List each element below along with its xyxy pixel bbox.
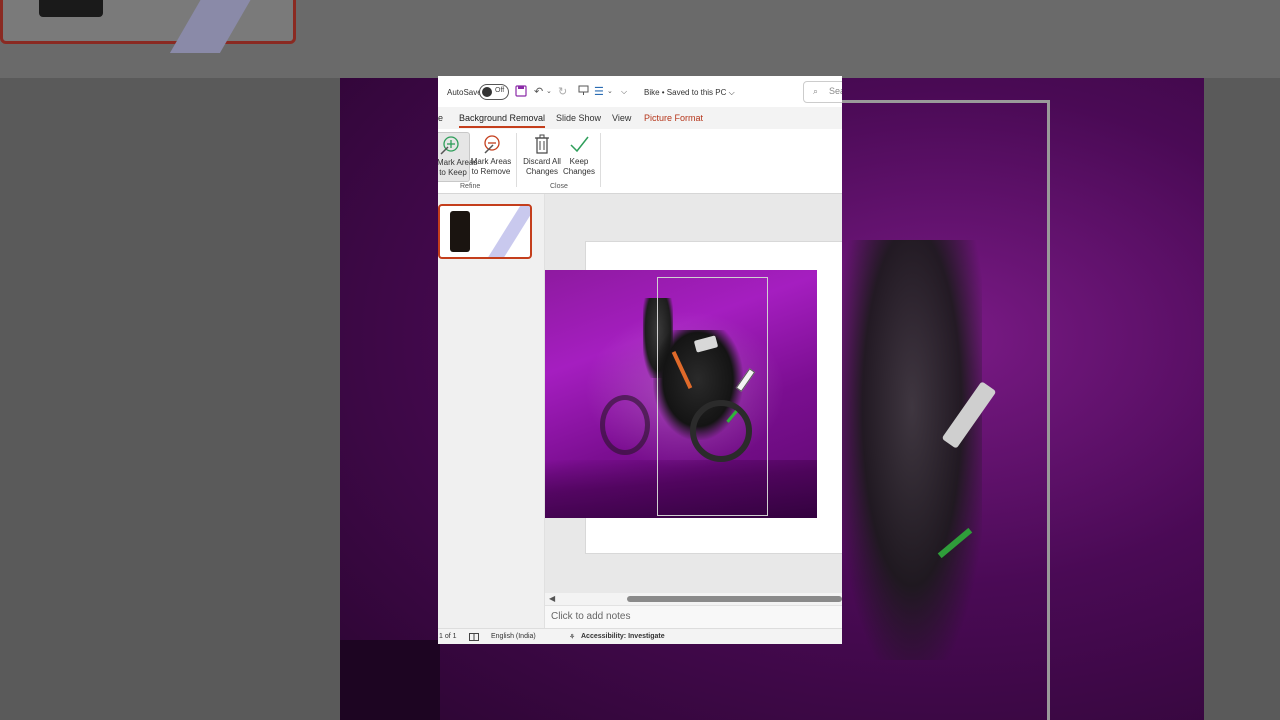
trash-icon <box>521 133 563 155</box>
search-input[interactable]: ⌕ Sea <box>803 81 842 103</box>
scroll-left-icon[interactable]: ◀ <box>549 594 555 603</box>
autosave-toggle[interactable]: Off <box>479 84 509 100</box>
tab-partial[interactable]: e <box>438 113 443 123</box>
mark-keep-line2: to Keep <box>439 168 467 177</box>
slide-thumbnail-pane <box>438 194 545 628</box>
tab-slide-show[interactable]: Slide Show <box>556 113 601 123</box>
title-bar: AutoSave Off ↶ ⌄ ↻ ☰ ⌄ ⌵ Bike • Saved to… <box>438 76 842 107</box>
document-title[interactable]: Bike • Saved to this PC ⌵ <box>644 88 735 98</box>
checkmark-icon <box>559 133 599 155</box>
mark-remove-line2: to Remove <box>471 167 511 176</box>
group-label-close: Close <box>550 183 568 190</box>
tab-view[interactable]: View <box>612 113 631 123</box>
slide-count[interactable]: 1 of 1 <box>439 633 457 640</box>
align-dropdown-icon[interactable]: ⌄ <box>607 87 613 95</box>
keep-line1: Keep <box>569 157 589 166</box>
discard-line1: Discard All <box>523 157 561 166</box>
tab-picture-format[interactable]: Picture Format <box>644 113 703 123</box>
notes-placeholder: Click to add notes <box>551 611 631 622</box>
autosave-label: AutoSave <box>447 88 482 97</box>
ribbon: Mark Areas to Keep Mark Areas to Remove … <box>438 129 842 194</box>
scrollbar-thumb[interactable] <box>627 596 842 602</box>
toggle-state: Off <box>495 87 505 94</box>
accessibility-icon[interactable]: ⚘ <box>569 633 575 641</box>
redo-icon[interactable]: ↻ <box>558 85 567 98</box>
spelling-icon[interactable] <box>469 633 479 643</box>
present-icon[interactable] <box>578 85 589 99</box>
keep-line2: Changes <box>562 167 596 176</box>
blurred-slide-thumbnail <box>0 0 296 53</box>
blurred-thumb-image <box>39 0 103 17</box>
undo-icon[interactable]: ↶ <box>534 85 543 98</box>
mark-remove-line1: Mark Areas <box>470 157 512 166</box>
discard-line2: Changes <box>525 167 559 176</box>
status-bar: 1 of 1 English (India) ⚘ Accessibility: … <box>438 628 842 644</box>
background-bike-wheel <box>600 395 650 455</box>
notes-pane[interactable]: Click to add notes <box>545 605 842 629</box>
blurred-photo-corner <box>340 640 440 720</box>
mark-keep-line1: Mark Areas <box>438 158 478 167</box>
mark-areas-to-keep-button[interactable]: Mark Areas to Keep <box>438 132 478 182</box>
accessibility-status[interactable]: Accessibility: Investigate <box>581 633 665 640</box>
group-separator <box>600 133 601 187</box>
align-icon[interactable]: ☰ <box>594 85 604 98</box>
customize-qat-icon[interactable]: ⌵ <box>621 87 627 97</box>
group-label-refine: Refine <box>460 183 481 190</box>
bike-picture[interactable] <box>545 270 817 518</box>
group-separator <box>516 133 517 187</box>
ribbon-tabs: e Background Removal Slide Show View Pic… <box>438 107 842 129</box>
mark-areas-to-remove-button[interactable]: Mark Areas to Remove <box>470 132 512 180</box>
language-indicator[interactable]: English (India) <box>491 633 536 640</box>
thumbnail-bike-image <box>450 211 470 252</box>
save-icon[interactable] <box>515 85 527 100</box>
toggle-knob <box>482 87 492 97</box>
plus-pencil-icon <box>438 134 469 156</box>
slide-thumbnail-1[interactable] <box>438 204 532 259</box>
horizontal-scrollbar[interactable]: ◀ <box>545 593 842 605</box>
keep-changes-button[interactable]: Keep Changes <box>559 132 599 180</box>
powerpoint-window: AutoSave Off ↶ ⌄ ↻ ☰ ⌄ ⌵ Bike • Saved to… <box>438 76 842 644</box>
search-placeholder: Sea <box>829 86 842 96</box>
minus-pencil-icon <box>470 133 512 155</box>
search-icon: ⌕ <box>813 86 819 96</box>
discard-all-changes-button[interactable]: Discard All Changes <box>521 132 563 180</box>
tab-background-removal[interactable]: Background Removal <box>459 113 546 128</box>
background-removal-selection-box[interactable] <box>657 277 768 516</box>
blurred-bike <box>842 240 982 660</box>
undo-dropdown-icon[interactable]: ⌄ <box>546 87 552 95</box>
thumbnail-stripe <box>480 206 530 257</box>
